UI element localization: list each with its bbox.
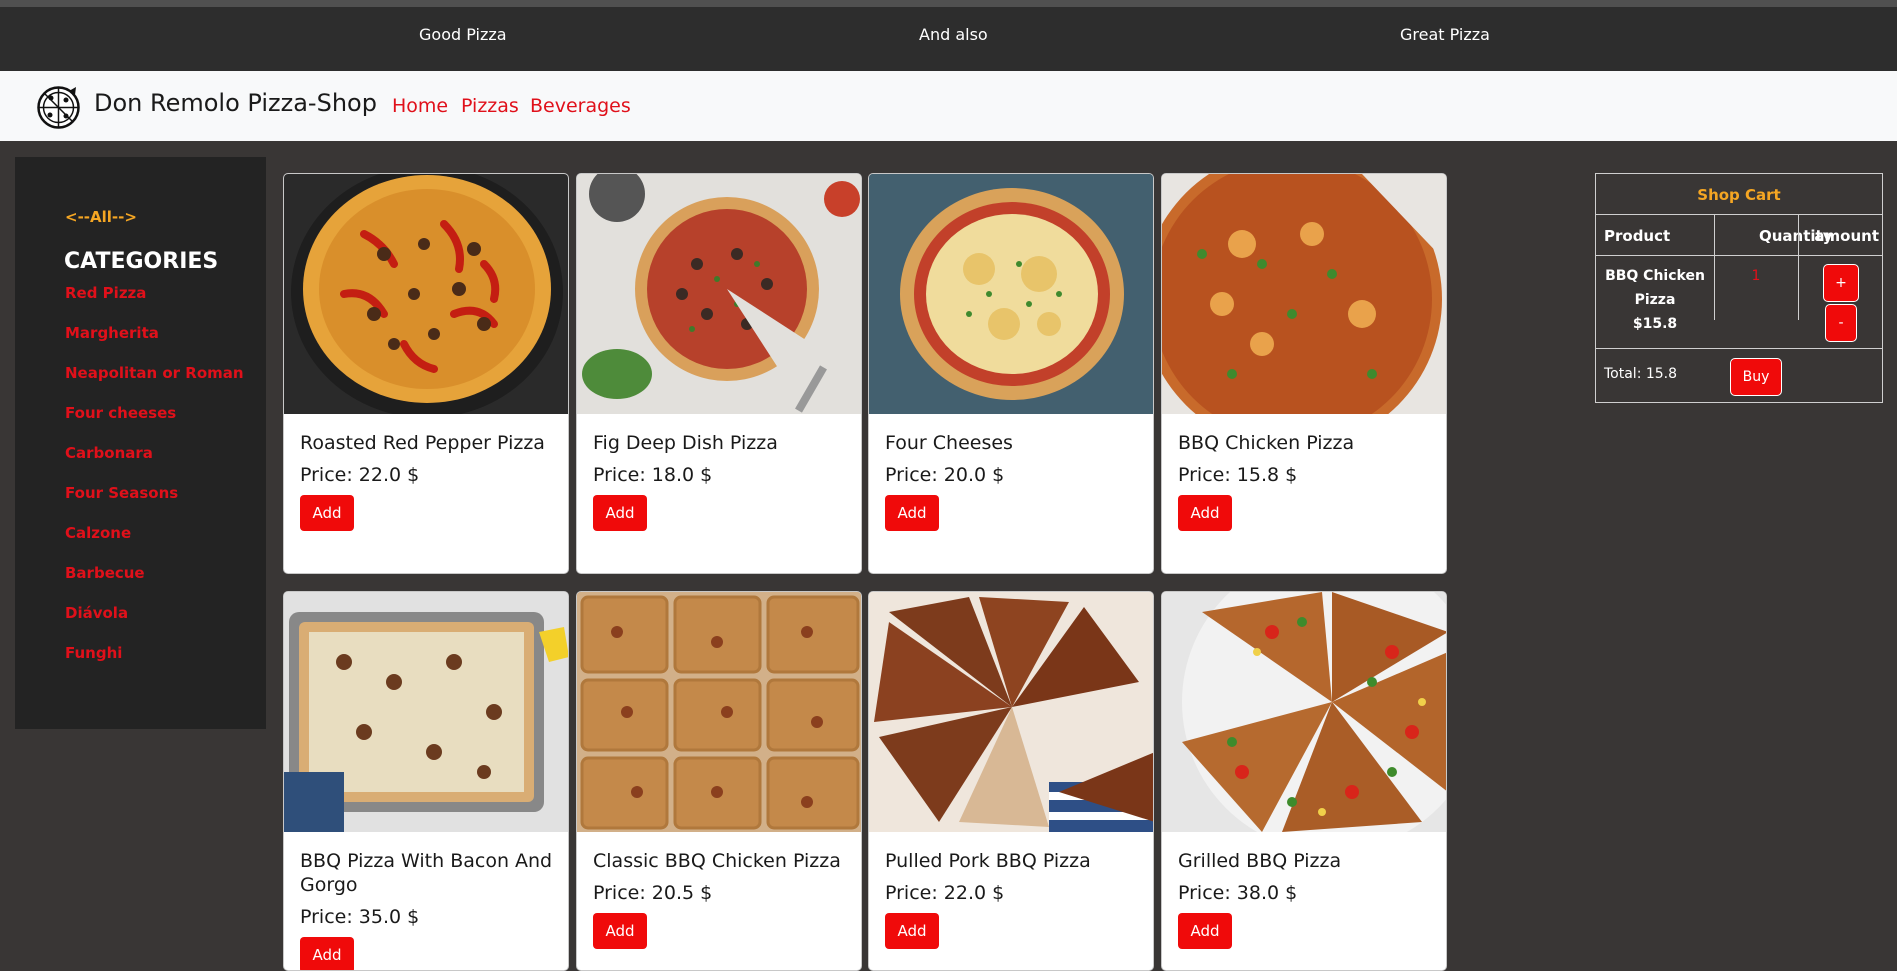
product-name: BBQ Chicken Pizza bbox=[1178, 432, 1355, 454]
categories-heading: CATEGORIES bbox=[64, 249, 219, 274]
product-price: Price: 22.0 $ bbox=[300, 464, 420, 486]
product-card: Roasted Red Pepper Pizza Price: 22.0 $ A… bbox=[283, 173, 569, 574]
pizza-image bbox=[577, 592, 861, 832]
pizza-image bbox=[284, 174, 568, 418]
category-neapolitan[interactable]: Neapolitan or Roman bbox=[65, 364, 244, 382]
announcement-bar: Good Pizza And also Great Pizza bbox=[0, 0, 1897, 71]
pizza-image bbox=[869, 592, 1153, 832]
product-price: Price: 22.0 $ bbox=[885, 882, 1005, 904]
category-funghi[interactable]: Funghi bbox=[65, 644, 122, 662]
nav-link-home[interactable]: Home bbox=[392, 95, 448, 117]
category-diavola[interactable]: Diávola bbox=[65, 604, 128, 622]
pizza-image bbox=[1162, 174, 1446, 449]
add-to-cart-button[interactable]: Add bbox=[1178, 495, 1232, 531]
pizza-logo-icon[interactable] bbox=[36, 85, 81, 130]
product-price: Price: 18.0 $ bbox=[593, 464, 713, 486]
pizza-image bbox=[577, 174, 861, 414]
add-to-cart-button[interactable]: Add bbox=[300, 937, 354, 970]
add-to-cart-button[interactable]: Add bbox=[593, 913, 647, 949]
pizza-image bbox=[284, 592, 568, 832]
category-margherita[interactable]: Margherita bbox=[65, 324, 159, 342]
product-card: Fig Deep Dish Pizza Price: 18.0 $ Add bbox=[576, 173, 862, 574]
increase-quantity-button[interactable]: + bbox=[1823, 264, 1859, 302]
product-card: Pulled Pork BBQ Pizza Price: 22.0 $ Add bbox=[868, 591, 1154, 971]
cart-row-product: BBQ Chicken Pizza $15.8 bbox=[1596, 264, 1714, 336]
category-four-seasons[interactable]: Four Seasons bbox=[65, 484, 178, 502]
brand-name[interactable]: Don Remolo Pizza-Shop bbox=[94, 89, 377, 117]
pizza-image bbox=[869, 174, 1153, 414]
product-card: Classic BBQ Chicken Pizza Price: 20.5 $ … bbox=[576, 591, 862, 971]
category-red-pizza[interactable]: Red Pizza bbox=[65, 284, 146, 302]
add-to-cart-button[interactable]: Add bbox=[300, 495, 354, 531]
cart-header-amount: amount bbox=[1814, 227, 1879, 245]
category-calzone[interactable]: Calzone bbox=[65, 524, 131, 542]
add-to-cart-button[interactable]: Add bbox=[1178, 913, 1232, 949]
product-name: Classic BBQ Chicken Pizza bbox=[593, 850, 841, 872]
all-categories-link[interactable]: <--All--> bbox=[65, 208, 137, 226]
product-price: Price: 20.5 $ bbox=[593, 882, 713, 904]
buy-button[interactable]: Buy bbox=[1730, 358, 1782, 396]
cart-title: Shop Cart bbox=[1697, 186, 1781, 204]
add-to-cart-button[interactable]: Add bbox=[885, 495, 939, 531]
add-to-cart-button[interactable]: Add bbox=[593, 495, 647, 531]
product-price: Price: 20.0 $ bbox=[885, 464, 1005, 486]
product-name: Four Cheeses bbox=[885, 432, 1013, 454]
product-price: Price: 38.0 $ bbox=[1178, 882, 1298, 904]
category-carbonara[interactable]: Carbonara bbox=[65, 444, 153, 462]
nav-link-beverages[interactable]: Beverages bbox=[530, 95, 631, 117]
cart-header-product: Product bbox=[1604, 227, 1671, 245]
announcement-item: And also bbox=[919, 25, 988, 44]
announcement-item: Good Pizza bbox=[419, 25, 507, 44]
pizza-image bbox=[1162, 592, 1446, 852]
navbar: Don Remolo Pizza-Shop Home Pizzas Bevera… bbox=[0, 71, 1897, 141]
announcement-item: Great Pizza bbox=[1400, 25, 1490, 44]
decrease-quantity-button[interactable]: - bbox=[1825, 304, 1857, 342]
cart-product-name: BBQ Chicken Pizza bbox=[1605, 268, 1705, 308]
category-barbecue[interactable]: Barbecue bbox=[65, 564, 145, 582]
product-card: BBQ Pizza With Bacon And Gorgo Price: 35… bbox=[283, 591, 569, 971]
product-card: BBQ Chicken Pizza Price: 15.8 $ Add bbox=[1161, 173, 1447, 574]
cart-product-price: $15.8 bbox=[1632, 316, 1678, 332]
cart-total: Total: 15.8 bbox=[1604, 366, 1678, 382]
nav-link-pizzas[interactable]: Pizzas bbox=[461, 95, 519, 117]
cart-quantity: 1 bbox=[1751, 268, 1761, 284]
product-card: Four Cheeses Price: 20.0 $ Add bbox=[868, 173, 1154, 574]
category-four-cheeses[interactable]: Four cheeses bbox=[65, 404, 176, 422]
add-to-cart-button[interactable]: Add bbox=[885, 913, 939, 949]
product-card: Grilled BBQ Pizza Price: 38.0 $ Add bbox=[1161, 591, 1447, 971]
category-sidebar: <--All--> CATEGORIES Red Pizza Margherit… bbox=[15, 157, 266, 729]
product-price: Price: 35.0 $ bbox=[300, 906, 420, 928]
product-name: Pulled Pork BBQ Pizza bbox=[885, 850, 1091, 872]
product-name: Roasted Red Pepper Pizza bbox=[300, 432, 545, 454]
product-name: Grilled BBQ Pizza bbox=[1178, 850, 1342, 872]
product-name: BBQ Pizza With Bacon And Gorgo bbox=[300, 850, 553, 896]
product-price: Price: 15.8 $ bbox=[1178, 464, 1298, 486]
shop-cart: Shop Cart Product Quantity amount BBQ Ch… bbox=[1595, 173, 1883, 403]
product-name: Fig Deep Dish Pizza bbox=[593, 432, 778, 454]
